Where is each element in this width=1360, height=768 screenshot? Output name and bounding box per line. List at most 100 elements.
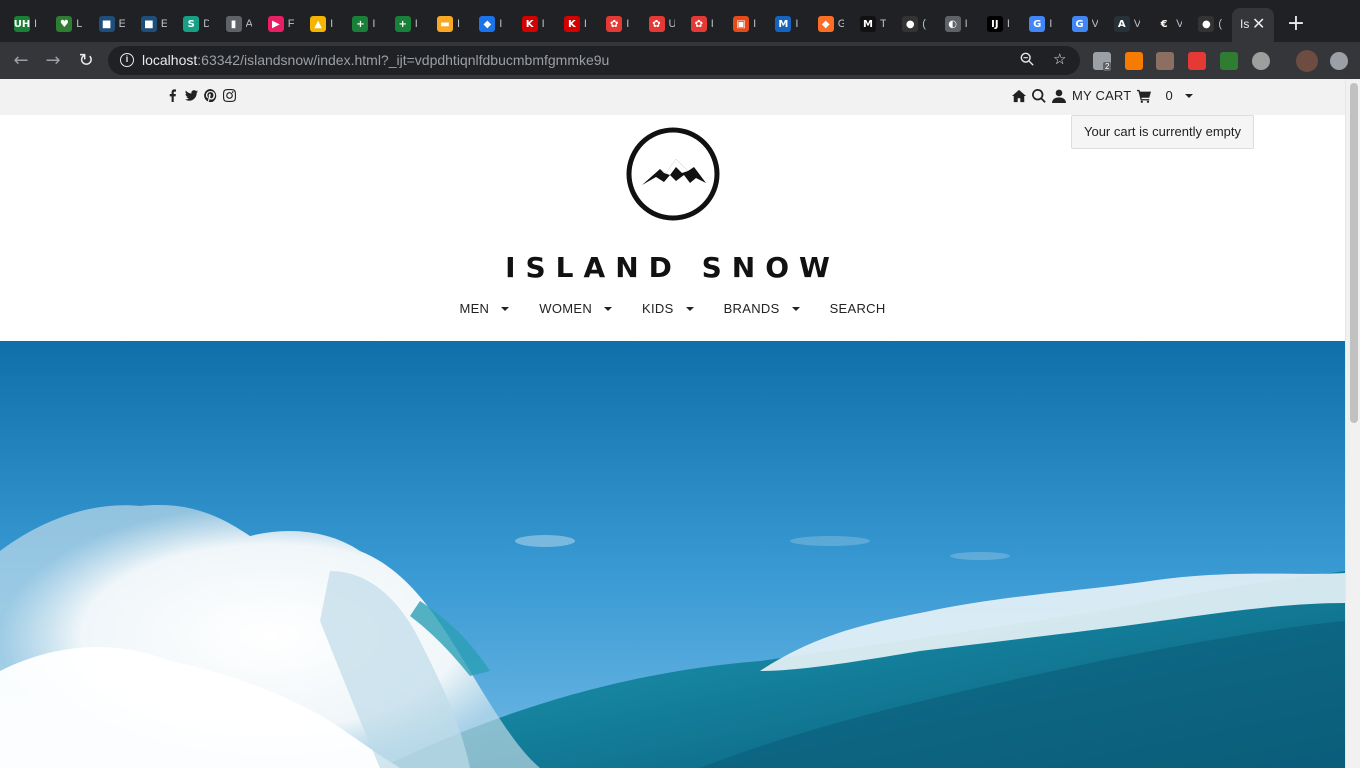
extension-rss-icon[interactable] [1125,52,1143,70]
facebook-icon[interactable] [166,89,179,102]
tab-title: I [626,18,630,30]
browser-tab[interactable]: ●( [894,10,934,38]
browser-tab[interactable]: ■ E [133,10,173,38]
hero-wave-image [0,341,1345,768]
tab-favicon-icon: ◆ [479,16,496,32]
extension-icon[interactable] [1156,52,1174,70]
tab-favicon-icon: ✿ [690,16,707,32]
tab-favicon-icon: ✿ [648,16,665,32]
tab-title: D [203,18,210,30]
tab-favicon-icon: ■ [140,16,157,32]
cart-dropdown-caret-icon[interactable] [1184,93,1193,98]
page-scrollbar[interactable] [1345,79,1360,768]
home-icon[interactable] [1012,89,1026,103]
pinterest-icon[interactable] [204,89,217,102]
tab-favicon-icon: G [1071,16,1088,32]
update-icon[interactable] [1330,52,1348,70]
browser-tab[interactable]: UH I [6,10,46,38]
tab-favicon-icon: ● [1198,16,1215,32]
browser-tab[interactable]: ▲ I [302,10,342,38]
site-logo[interactable] [624,125,722,223]
browser-tab[interactable]: ♥ L [48,10,88,38]
browser-tab[interactable]: GI [1021,10,1061,38]
cart-icon[interactable] [1137,89,1152,103]
active-tab[interactable]: Is ✕ [1232,8,1274,42]
browser-tab[interactable]: ■ E [91,10,131,38]
cart-count: 0 [1165,88,1173,103]
browser-tab[interactable]: € V [1148,10,1188,38]
browser-tab[interactable]: ▶ F [260,10,300,38]
tab-title: V [1133,18,1140,30]
browser-tab[interactable]: ✿ I [598,10,638,38]
browser-tab[interactable]: ▮ A [218,10,258,38]
extension-icon[interactable] [1252,52,1270,70]
nav-item-label: WOMEN [539,301,593,316]
tab-favicon-icon: S [183,16,200,32]
dropdown-caret-icon[interactable] [604,306,613,311]
extension-badge: 2 [1103,62,1112,71]
tab-favicon-icon: IJ [986,16,1003,32]
browser-tab[interactable]: + I [387,10,427,38]
tab-favicon-icon: ▮ [225,16,242,32]
browser-tab[interactable]: ▣ I [725,10,765,38]
tab-title: ( [922,18,926,30]
tab-favicon-icon: G [1029,16,1046,32]
cart-link[interactable]: MY CART [1072,88,1131,103]
bookmark-star-icon[interactable]: ☆ [1053,50,1066,68]
browser-tab[interactable]: KI [556,10,596,38]
nav-item-men[interactable]: MEN [459,301,510,316]
tab-title: A [245,18,252,30]
browser-tab[interactable]: ◆ I [471,10,511,38]
nav-item-brands[interactable]: BRANDS [724,301,800,316]
browser-tab[interactable]: ◆ G [810,10,850,38]
scrollbar-thumb[interactable] [1350,83,1358,423]
instagram-icon[interactable] [223,89,236,102]
browser-tab[interactable]: SD [175,10,215,38]
tab-favicon-icon: ▲ [310,16,327,32]
close-tab-icon[interactable]: ✕ [1252,14,1265,33]
active-tab-title: Is [1240,17,1250,31]
brand-name[interactable]: ISLAND SNOW [0,251,1345,284]
extension-icon[interactable] [1188,52,1206,70]
tab-title: I [583,18,587,30]
nav-item-kids[interactable]: KIDS [642,301,694,316]
browser-tab[interactable]: ✿ U [641,10,681,38]
browser-tab[interactable]: IJ I [979,10,1019,38]
nav-item-women[interactable]: WOMEN [539,301,613,316]
browser-tab[interactable]: ●( [1190,10,1230,38]
tab-favicon-icon: ▣ [733,16,750,32]
dropdown-caret-icon[interactable] [501,306,510,311]
browser-tab[interactable]: ▬ I [429,10,469,38]
browser-tab[interactable]: ✿ I [683,10,723,38]
tab-favicon-icon: A [1113,16,1130,32]
tab-title: I [1006,18,1010,30]
back-arrow-icon[interactable]: ← [10,50,32,72]
browser-tab[interactable]: KI [514,10,554,38]
tab-title: L [76,18,83,30]
url-text[interactable]: localhost:63342/islandsnow/index.html?_i… [142,52,609,68]
browser-tab[interactable]: + I [344,10,384,38]
nav-item-search[interactable]: SEARCH [830,301,886,316]
site-info-icon[interactable]: i [120,53,134,67]
forward-arrow-icon[interactable]: → [42,50,64,72]
browser-tab[interactable]: AV [1106,10,1146,38]
zoom-icon[interactable] [1020,52,1034,70]
user-icon[interactable] [1052,89,1066,103]
new-tab-button[interactable]: + [1284,10,1308,38]
extension-icon[interactable] [1220,52,1238,70]
twitter-icon[interactable] [185,89,198,102]
address-bar[interactable]: i localhost:63342/islandsnow/index.html?… [108,46,1080,75]
nav-item-label: MEN [459,301,490,316]
search-icon[interactable] [1032,88,1046,103]
profile-avatar[interactable] [1296,50,1318,72]
dropdown-caret-icon[interactable] [791,306,800,311]
tab-title: V [1091,18,1098,30]
browser-tab[interactable]: ◐ I [937,10,977,38]
browser-tab[interactable]: MT [852,10,892,38]
tab-title: I [710,18,714,30]
reload-icon[interactable]: ↻ [75,50,97,72]
extension-mail-icon[interactable]: 2 [1093,52,1112,71]
browser-tab[interactable]: GV [1064,10,1104,38]
browser-tab[interactable]: MI [767,10,807,38]
dropdown-caret-icon[interactable] [685,306,694,311]
